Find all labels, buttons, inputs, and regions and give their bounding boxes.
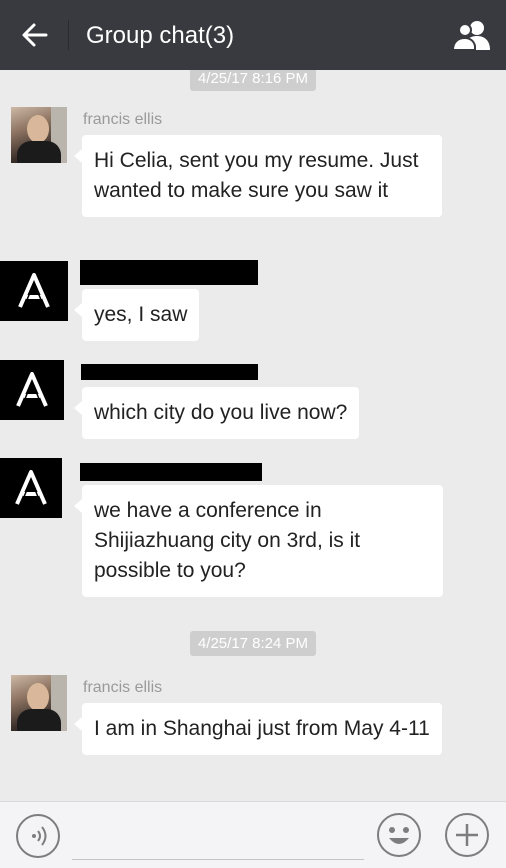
- chat-header: Group chat(3): [0, 0, 506, 70]
- avatar[interactable]: [0, 458, 62, 518]
- message-bubble[interactable]: we have a conference in Shijiazhuang cit…: [74, 485, 443, 597]
- avatar[interactable]: [11, 675, 67, 731]
- voice-button[interactable]: [16, 814, 60, 858]
- timestamp-row: 4/25/17 8:16 PM: [0, 70, 506, 91]
- timestamp-row: 4/25/17 8:24 PM: [0, 631, 506, 656]
- message-bubble[interactable]: I am in Shanghai just from May 4-11: [74, 703, 442, 755]
- a-logo-icon: [18, 273, 50, 308]
- a-logo-icon: [15, 470, 47, 505]
- sender-name: francis ellis: [83, 111, 163, 128]
- header-divider: [68, 20, 69, 50]
- back-button[interactable]: [18, 18, 52, 52]
- voice-icon: [32, 826, 47, 846]
- plus-icon: [445, 813, 489, 857]
- avatar[interactable]: [0, 261, 68, 321]
- message-bubble[interactable]: Hi Celia, sent you my resume. Just wante…: [74, 135, 442, 217]
- more-button[interactable]: [444, 812, 490, 858]
- emoji-button[interactable]: [376, 812, 422, 858]
- message-list[interactable]: 4/25/17 8:16 PM francis ellis Hi Celia, …: [0, 70, 506, 801]
- sender-name: francis ellis: [83, 679, 163, 696]
- emoji-icon: [377, 813, 421, 857]
- chat-title: Group chat(3): [86, 22, 235, 49]
- redacted-sender-name: [80, 260, 258, 285]
- group-members-button[interactable]: [451, 18, 492, 52]
- message-bubble[interactable]: which city do you live now?: [73, 387, 360, 439]
- input-bar: [0, 801, 506, 868]
- timestamp: 4/25/17 8:24 PM: [189, 631, 317, 656]
- message-input[interactable]: [72, 816, 364, 860]
- arrow-left-icon: [22, 23, 48, 47]
- avatar[interactable]: [11, 107, 67, 163]
- a-logo-icon: [16, 372, 48, 407]
- message-bubble[interactable]: yes, I saw: [73, 289, 200, 341]
- group-members-icon: [451, 21, 490, 51]
- avatar[interactable]: [0, 360, 64, 420]
- redacted-sender-name: [81, 364, 258, 380]
- timestamp: 4/25/17 8:16 PM: [189, 70, 317, 91]
- redacted-sender-name: [80, 463, 262, 481]
